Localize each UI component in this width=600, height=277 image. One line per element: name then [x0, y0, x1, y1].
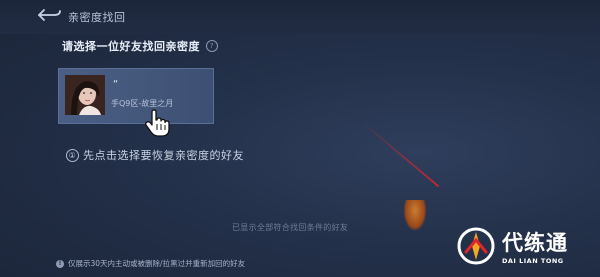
select-friend-prompt-text: 请选择一位好友找回亲密度 — [62, 40, 200, 53]
friend-name: “ — [113, 79, 119, 90]
top-bar: 亲密度找回 — [0, 0, 600, 34]
info-icon: ! — [56, 259, 64, 268]
help-icon[interactable]: ? — [206, 40, 218, 52]
watermark-text: 代练通 DAI LIAN TONG — [502, 227, 568, 265]
hint-text: 先点击选择要恢复亲密度的好友 — [83, 149, 244, 162]
daliantong-logo-icon — [457, 227, 495, 265]
step-number-icon: ① — [66, 148, 79, 162]
hand-pointer-icon — [145, 109, 170, 137]
select-friend-prompt: 请选择一位好友找回亲密度 ? — [62, 38, 218, 54]
partial-figure-icon — [404, 200, 426, 230]
friend-avatar — [65, 75, 105, 115]
watermark-pinyin: DAI LIAN TONG — [502, 257, 564, 265]
footer-note: ! 仅展示30天内主动或被删除/拉黑过并重新加回的好友 — [56, 258, 245, 269]
footer-note-text: 仅展示30天内主动或被删除/拉黑过并重新加回的好友 — [68, 259, 246, 268]
watermark-name: 代练通 — [502, 231, 568, 255]
avatar-portrait-icon — [65, 75, 105, 115]
page-title: 亲密度找回 — [68, 11, 126, 24]
intimacy-recovery-screen: 亲密度找回 请选择一位好友找回亲密度 ? “ 手Q9区-故里之月 ① 先点击选择… — [0, 0, 600, 277]
back-arrow-icon[interactable] — [36, 7, 64, 23]
list-end-note: 已显示全部符合找回条件的好友 — [232, 223, 349, 232]
watermark-logo: 代练通 DAI LIAN TONG — [456, 218, 596, 274]
friend-card[interactable]: “ 手Q9区-故里之月 — [58, 68, 214, 124]
hint-row: ① 先点击选择要恢复亲密度的好友 — [66, 147, 244, 163]
